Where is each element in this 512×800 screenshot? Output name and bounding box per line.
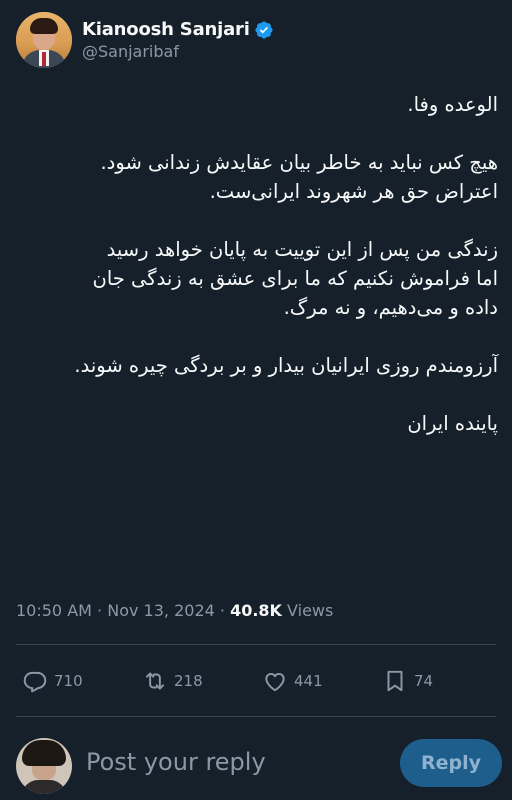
like-count: 441 <box>294 672 323 690</box>
reply-button[interactable]: Reply <box>400 739 502 787</box>
author-handle[interactable]: @Sanjaribaf <box>82 42 274 61</box>
divider <box>16 716 496 717</box>
reply-input[interactable]: Post your reply <box>86 748 266 776</box>
tweet-line: پاینده ایران <box>407 412 498 435</box>
bookmark-icon <box>387 670 403 692</box>
retweet-action[interactable]: 218 <box>142 668 203 694</box>
reply-count: 710 <box>54 672 83 690</box>
views-label: Views <box>287 601 334 620</box>
tweet-line: آرزومندم روزی ایرانیان بیدار و بر بردگی … <box>74 354 498 377</box>
author-display-name[interactable]: Kianoosh Sanjari <box>82 19 250 40</box>
reply-composer: Post your reply Reply <box>16 736 502 794</box>
reply-icon <box>23 671 47 693</box>
bookmark-count: 74 <box>414 672 434 690</box>
author-avatar[interactable] <box>16 12 72 68</box>
tweet-line: اعتراض حق هر شهروند ایرانی‌ست. <box>209 180 498 203</box>
tweet-line: الوعده وفا. <box>407 93 498 116</box>
views-count: 40.8K <box>230 601 282 620</box>
tweet-header: Kianoosh Sanjari @Sanjaribaf <box>16 12 274 68</box>
verified-badge-icon <box>255 20 273 39</box>
like-action[interactable]: 441 <box>262 668 323 694</box>
meta-separator: · <box>97 601 103 620</box>
reply-action[interactable]: 710 <box>22 668 83 694</box>
action-bar: 710 218 441 74 <box>22 668 492 698</box>
current-user-avatar[interactable] <box>16 738 72 794</box>
bookmark-action[interactable]: 74 <box>382 668 433 694</box>
divider <box>16 644 496 645</box>
tweet-line: زندگی من پس از این توییت به پایان خواهد … <box>106 238 498 261</box>
tweet-time[interactable]: 10:50 AM <box>16 601 92 620</box>
author-names: Kianoosh Sanjari @Sanjaribaf <box>82 19 274 61</box>
tweet-meta: 10:50 AM · Nov 13, 2024 · 40.8K Views <box>16 601 333 620</box>
meta-separator: · <box>219 601 225 620</box>
tweet-text: الوعده وفا. هیچ کس نباید به خاطر بیان عقا… <box>16 90 498 438</box>
retweet-icon <box>145 672 165 690</box>
tweet-line: اما فراموش نکنیم که ما برای عشق به زندگی… <box>92 267 498 290</box>
tweet-line: داده و می‌دهیم، و نه مرگ. <box>283 296 498 319</box>
heart-icon <box>265 672 285 692</box>
tweet-line: هیچ کس نباید به خاطر بیان عقایدش زندانی … <box>100 151 498 174</box>
retweet-count: 218 <box>174 672 203 690</box>
tweet-date[interactable]: Nov 13, 2024 <box>107 601 215 620</box>
